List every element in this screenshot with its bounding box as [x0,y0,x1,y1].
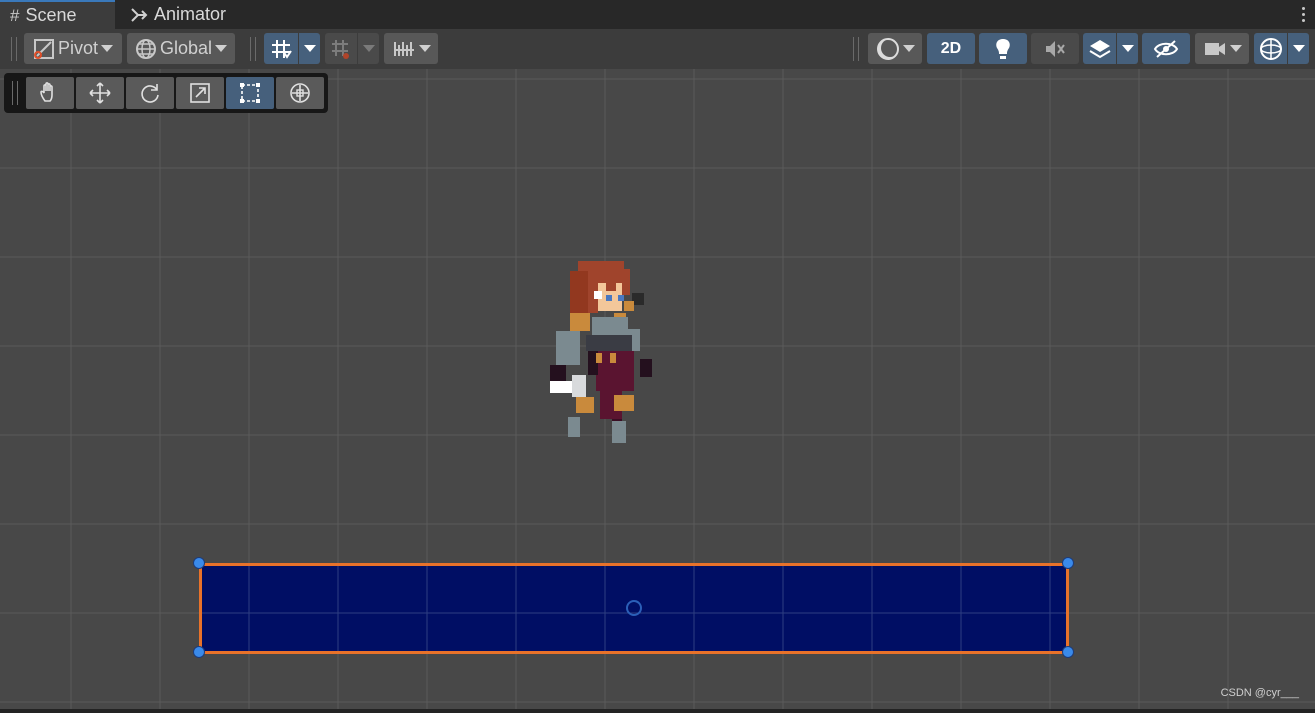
lightbulb-icon [996,38,1010,59]
tab-animator-label: Animator [154,4,227,24]
layers-icon [1088,39,1111,58]
mode-2d-label: 2D [940,39,962,57]
grid-snapping-button[interactable] [264,33,298,64]
gizmo-sphere-icon [1259,37,1282,60]
globe-icon [135,38,156,59]
chevron-down-icon [1292,45,1305,52]
toolbar-grip[interactable] [853,37,859,61]
tab-scene-label: Scene [25,5,77,25]
eye-hidden-icon [1153,39,1179,58]
scene-visibility-button[interactable] [1142,33,1190,64]
draw-mode-dropdown[interactable] [868,33,922,64]
rotate-icon [141,84,159,103]
resize-handle-top-left[interactable] [193,557,205,569]
chevron-down-icon [362,45,375,52]
audio-toggle-button[interactable] [1031,33,1079,64]
grid-snap-icon [272,39,292,59]
chevron-down-icon [215,45,228,52]
chevron-down-icon [303,45,316,52]
gizmos-button[interactable] [1254,33,1287,64]
camera-icon [1204,42,1225,55]
watermark-text: CSDN @cyr___ [1220,687,1299,699]
bottom-border [0,709,1315,713]
resize-handle-top-right[interactable] [1062,557,1074,569]
camera-dropdown[interactable] [1195,33,1249,64]
pivot-circle-handle[interactable] [626,600,642,616]
more-options-icon[interactable] [1299,3,1307,25]
effects-button[interactable] [1083,33,1116,64]
lighting-button[interactable] [979,33,1027,64]
gizmos-dropdown[interactable] [1288,33,1309,64]
knight-character-sprite[interactable] [550,257,654,447]
hand-icon [40,82,53,102]
tab-scene[interactable]: # Scene [0,0,115,29]
pivot-dropdown[interactable]: Pivot [24,33,122,64]
chevron-down-icon [902,45,915,52]
rect-tool-button[interactable] [226,77,274,109]
increment-snap-dropdown[interactable] [358,33,379,64]
pivot-icon [33,38,54,59]
resize-handle-bottom-left[interactable] [193,646,205,658]
mode-2d-button[interactable]: 2D [927,33,975,64]
transform-tools-overlay [4,73,328,113]
chevron-down-icon [1229,45,1242,52]
shading-mode-icon [876,37,899,60]
mute-icon [1046,40,1065,57]
scene-toolbar: Pivot Global 2D [0,29,1315,69]
transform-tool-button[interactable] [276,77,324,109]
overlay-grip[interactable] [12,81,18,105]
chevron-down-icon [101,45,114,52]
chevron-down-icon [418,45,431,52]
scale-tool-button[interactable] [176,77,224,109]
increment-snap-button[interactable] [325,33,357,64]
chevron-down-icon [1121,45,1134,52]
grid-snapping-dropdown[interactable] [299,33,320,64]
transform-icon [290,83,310,103]
pivot-label: Pivot [57,38,99,58]
rotate-tool-button[interactable] [126,77,174,109]
rect-transform-icon [240,83,260,103]
view-tool-button[interactable] [26,77,74,109]
tab-animator[interactable]: Animator [130,0,250,29]
resize-handle-bottom-right[interactable] [1062,646,1074,658]
move-tool-button[interactable] [76,77,124,109]
effects-dropdown[interactable] [1117,33,1138,64]
tab-bar: # Scene Animator [0,0,1315,29]
increment-snap-icon [332,39,349,59]
animator-icon [131,7,148,22]
move-arrows-icon [89,82,111,104]
ruler-dropdown[interactable] [384,33,438,64]
grid-icon: # [10,5,20,25]
toolbar-grip[interactable] [250,37,256,61]
ruler-icon [393,41,414,56]
global-dropdown[interactable]: Global [127,33,235,64]
global-label: Global [159,38,213,58]
scale-icon [190,83,210,103]
scene-view[interactable]: CSDN @cyr___ [0,69,1315,709]
toolbar-grip[interactable] [11,37,17,61]
